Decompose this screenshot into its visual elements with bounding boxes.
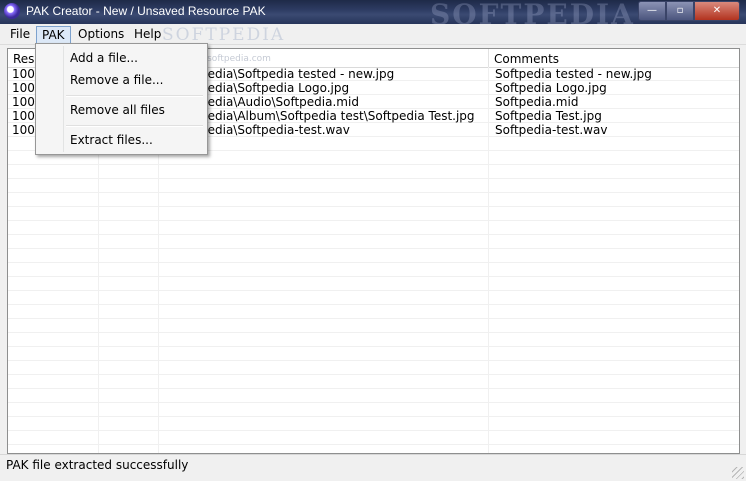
resize-grip[interactable] [732,467,744,479]
window-title: PAK Creator - New / Unsaved Resource PAK [26,4,266,18]
window-controls: — ▫ ✕ [638,1,740,21]
cell-comment: Softpedia tested - new.jpg [495,67,652,81]
status-bar: PAK file extracted successfully [0,454,746,481]
menu-extract-files[interactable]: Extract files... [38,129,205,151]
menu-options[interactable]: Options [73,26,129,42]
status-text: PAK file extracted successfully [6,458,189,472]
app-icon[interactable] [4,3,20,19]
menu-file[interactable]: File [5,26,35,42]
cell-comment: Softpedia Logo.jpg [495,81,607,95]
close-button[interactable]: ✕ [694,1,740,21]
column-header-comments[interactable]: Comments [489,49,739,67]
menu-remove-all-files[interactable]: Remove all files [38,99,205,121]
menu-remove-file[interactable]: Remove a file... [38,69,205,91]
pak-dropdown-menu: Add a file... Remove a file... Remove al… [35,43,208,155]
cell-path: pedia\Softpedia-test.wav [200,123,350,137]
minimize-button[interactable]: — [638,1,666,21]
menu-separator [66,125,203,127]
cell-path: pedia\Audio\Softpedia.mid [200,95,359,109]
cell-comment: Softpedia-test.wav [495,123,608,137]
menu-separator [66,95,203,97]
cell-path: pedia\Softpedia tested - new.jpg [200,67,395,81]
cell-comment: Softpedia Test.jpg [495,109,602,123]
menu-add-file[interactable]: Add a file... [38,47,205,69]
title-bar[interactable]: PAK Creator - New / Unsaved Resource PAK… [0,0,746,31]
cell-path: pedia\Softpedia Logo.jpg [200,81,350,95]
menu-bar: File PAK Options Help SOFTPEDIA [0,24,746,45]
menu-help[interactable]: Help [129,26,166,42]
watermark-text: SOFTPEDIA [162,25,286,45]
menu-pak[interactable]: PAK [36,26,71,44]
cell-comment: Softpedia.mid [495,95,579,109]
maximize-button[interactable]: ▫ [666,1,694,21]
cell-path: pedia\Album\Softpedia test\Softpedia Tes… [200,109,475,123]
